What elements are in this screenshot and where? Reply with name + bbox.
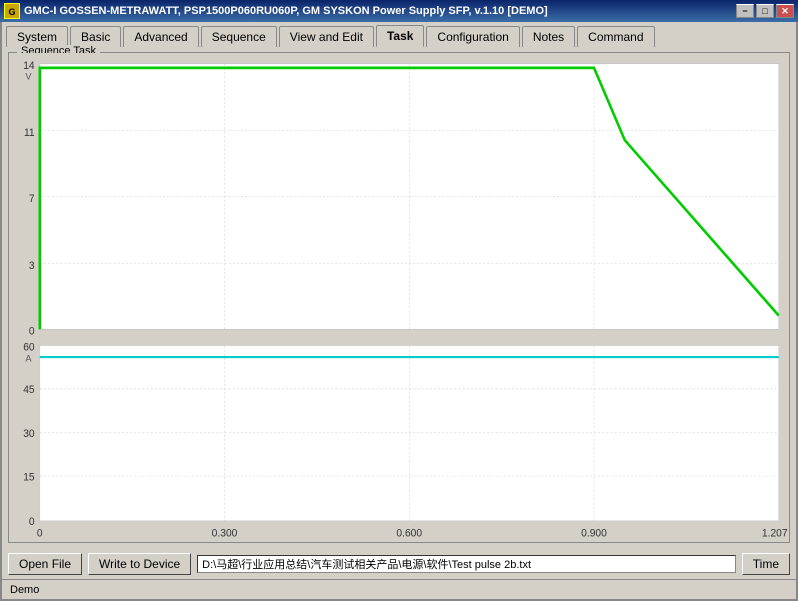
sequence-task-box: Sequence Task — [8, 52, 790, 543]
svg-text:0.300: 0.300 — [212, 529, 238, 540]
tab-sequence[interactable]: Sequence — [201, 26, 277, 47]
title-bar: G GMC-I GOSSEN-METRAWATT, PSP1500P060RU0… — [0, 0, 798, 22]
svg-text:1.207 s: 1.207 s — [762, 529, 789, 540]
window-controls: − □ ✕ — [736, 4, 794, 18]
content-area: Sequence Task — [2, 46, 796, 549]
write-device-button[interactable]: Write to Device — [88, 553, 191, 575]
svg-text:V: V — [25, 70, 32, 81]
status-text: Demo — [10, 584, 39, 596]
svg-text:0.900: 0.900 — [581, 529, 607, 540]
main-window: System Basic Advanced Sequence View and … — [0, 22, 798, 601]
bottom-bar: Open File Write to Device Time — [2, 549, 796, 579]
tab-task[interactable]: Task — [376, 25, 424, 47]
tab-advanced[interactable]: Advanced — [123, 26, 198, 47]
tab-bar: System Basic Advanced Sequence View and … — [2, 22, 796, 46]
tab-command[interactable]: Command — [577, 26, 654, 47]
status-bar: Demo — [2, 579, 796, 599]
minimize-button[interactable]: − — [736, 4, 754, 18]
svg-text:11: 11 — [24, 128, 35, 139]
file-path-input[interactable] — [197, 555, 736, 573]
svg-text:3: 3 — [29, 261, 35, 272]
svg-text:G: G — [8, 7, 15, 17]
svg-text:30: 30 — [23, 429, 35, 440]
svg-text:45: 45 — [23, 385, 35, 396]
maximize-button[interactable]: □ — [756, 4, 774, 18]
svg-text:0.600: 0.600 — [396, 529, 422, 540]
chart-container: 14 V 11 7 3 0 — [9, 53, 789, 542]
tab-system[interactable]: System — [6, 26, 68, 47]
tab-basic[interactable]: Basic — [70, 26, 121, 47]
svg-text:0: 0 — [29, 517, 35, 528]
time-button[interactable]: Time — [742, 553, 790, 575]
open-file-button[interactable]: Open File — [8, 553, 82, 575]
tab-notes[interactable]: Notes — [522, 26, 575, 47]
close-button[interactable]: ✕ — [776, 4, 794, 18]
svg-text:0: 0 — [29, 327, 35, 338]
tab-configuration[interactable]: Configuration — [426, 26, 519, 47]
svg-text:15: 15 — [23, 472, 35, 483]
window-title: GMC-I GOSSEN-METRAWATT, PSP1500P060RU060… — [24, 5, 736, 17]
tab-view-and-edit[interactable]: View and Edit — [279, 26, 374, 47]
svg-text:0: 0 — [37, 529, 43, 540]
app-icon: G — [4, 3, 20, 19]
svg-text:7: 7 — [29, 194, 35, 205]
svg-text:A: A — [25, 352, 32, 363]
